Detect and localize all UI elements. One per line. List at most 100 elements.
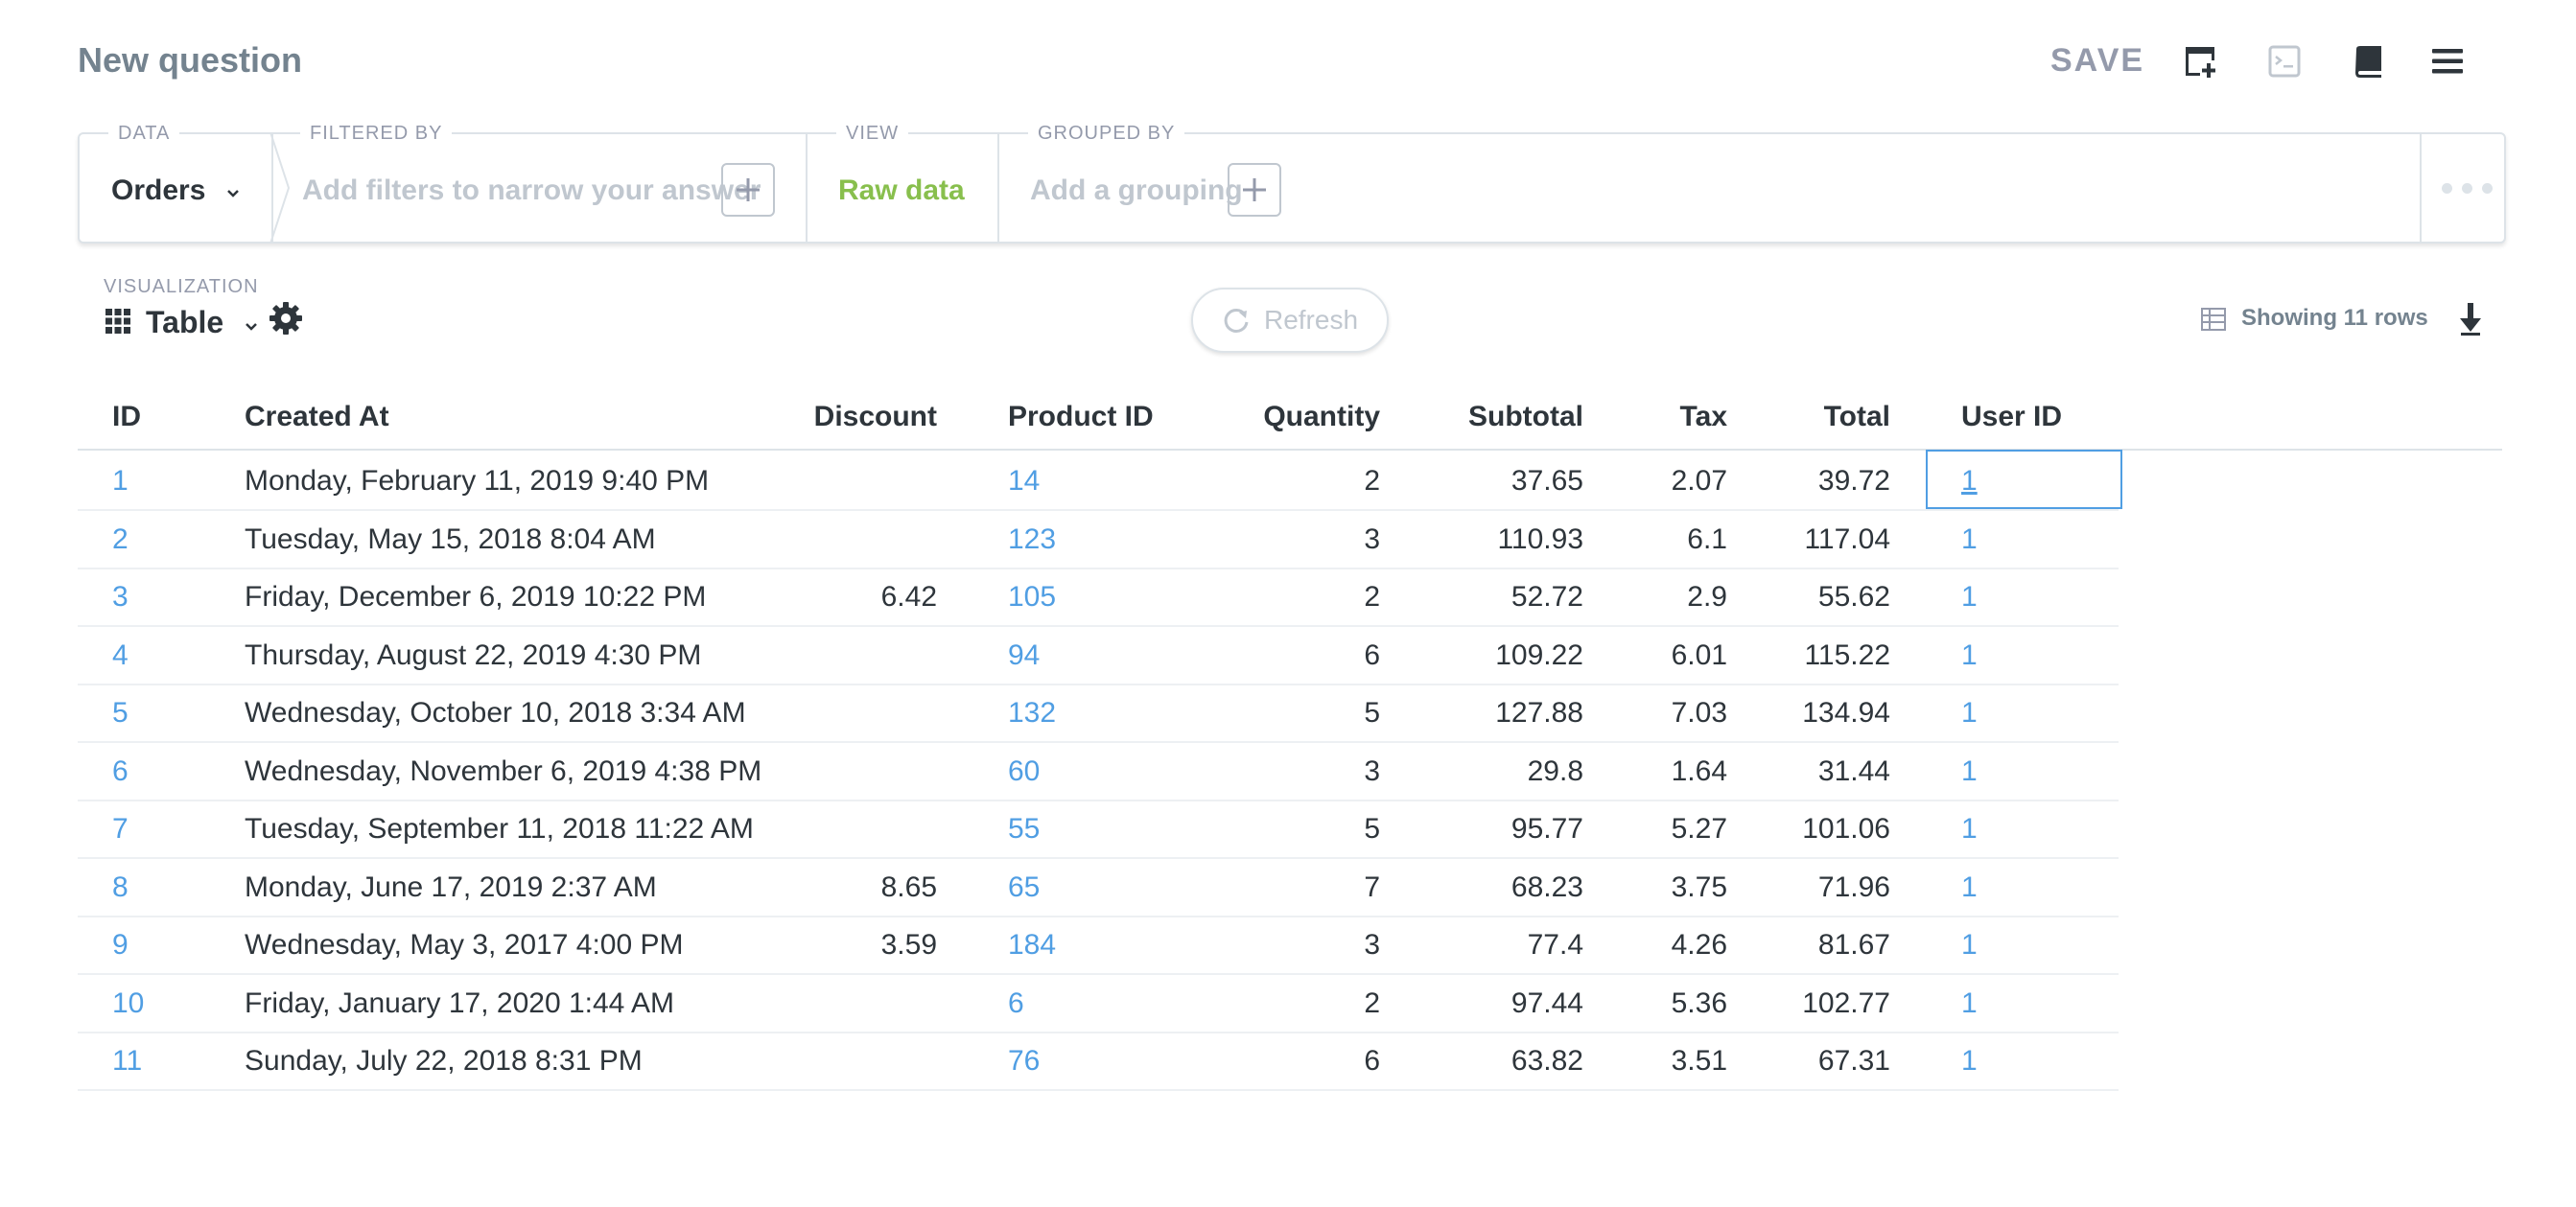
- cell-user-id[interactable]: 1: [1961, 871, 1978, 904]
- cell-total: 117.04: [1804, 523, 1890, 555]
- cell-user-id[interactable]: 1: [1961, 581, 1978, 614]
- cell-created-at: Sunday, July 22, 2018 8:31 PM: [245, 1045, 643, 1077]
- refresh-label: Refresh: [1263, 305, 1359, 335]
- visualization-label: VISUALIZATION: [104, 276, 259, 297]
- visualization-value: Table: [146, 305, 224, 339]
- cell-total: 115.22: [1804, 639, 1890, 671]
- more-options-icon[interactable]: [2442, 183, 2493, 194]
- visualization-select[interactable]: Table: [146, 305, 259, 340]
- row-divider: [78, 509, 2119, 511]
- add-to-dashboard-icon[interactable]: [2181, 42, 2219, 81]
- row-count: Showing 11 rows: [2241, 305, 2428, 331]
- chevron-down-icon: [226, 190, 239, 197]
- cell-user-id[interactable]: 1: [1961, 755, 1978, 788]
- data-source-select[interactable]: Orders: [111, 174, 241, 207]
- row-divider: [78, 800, 2119, 801]
- filter-label: FILTERED BY: [300, 123, 453, 145]
- row-divider: [78, 684, 2119, 685]
- group-placeholder[interactable]: Add a grouping: [1030, 174, 1243, 207]
- cell-id[interactable]: 10: [112, 987, 144, 1020]
- column-header-user-id[interactable]: User ID: [1961, 401, 2062, 433]
- column-header-total[interactable]: Total: [1507, 401, 1890, 433]
- cell-id[interactable]: 4: [112, 639, 129, 672]
- data-section[interactable]: DATA Orders: [80, 123, 273, 242]
- cell-id[interactable]: 8: [112, 871, 129, 904]
- cell-created-at: Monday, February 11, 2019 9:40 PM: [245, 465, 710, 497]
- column-header-created-at[interactable]: Created At: [245, 401, 389, 433]
- column-header-id[interactable]: ID: [112, 401, 141, 433]
- row-divider: [78, 1089, 2119, 1091]
- filter-section: FILTERED BY Add filters to narrow your a…: [269, 123, 808, 244]
- row-divider: [78, 1032, 2119, 1033]
- cell-discount: 8.65: [880, 871, 937, 903]
- data-label: DATA: [108, 123, 180, 145]
- cell-user-id[interactable]: 1: [1961, 1045, 1978, 1078]
- cell-id[interactable]: 2: [112, 523, 129, 556]
- cell-created-at: Friday, January 17, 2020 1:44 AM: [245, 987, 675, 1019]
- group-label: GROUPED BY: [1028, 123, 1185, 145]
- sql-editor-icon[interactable]: [2265, 42, 2304, 81]
- view-label: VIEW: [836, 123, 909, 145]
- cell-total: 102.77: [1802, 987, 1890, 1019]
- refresh-icon: [1224, 308, 1249, 333]
- row-divider: [78, 568, 2119, 569]
- cell-created-at: Wednesday, October 10, 2018 3:34 AM: [245, 697, 746, 729]
- cell-created-at: Tuesday, September 11, 2018 11:22 AM: [245, 813, 754, 845]
- row-divider: [78, 741, 2119, 743]
- cell-total: 71.96: [1817, 871, 1890, 903]
- row-divider: [78, 857, 2119, 859]
- cell-id[interactable]: 5: [112, 697, 129, 730]
- page-title: New question: [78, 40, 303, 80]
- view-section[interactable]: VIEW Raw data: [806, 123, 999, 242]
- cell-total: 67.31: [1817, 1045, 1890, 1077]
- cell-id[interactable]: 6: [112, 755, 129, 788]
- cell-total: 81.67: [1817, 929, 1890, 961]
- cell-user-id[interactable]: 1: [1961, 987, 1978, 1020]
- grid-icon: [105, 309, 130, 338]
- cell-total: 39.72: [1817, 465, 1890, 497]
- cell-discount: 3.59: [880, 929, 937, 961]
- filter-placeholder[interactable]: Add filters to narrow your answer: [302, 174, 761, 207]
- row-divider: [78, 625, 2119, 627]
- cell-user-id[interactable]: 1: [1961, 813, 1978, 846]
- menu-icon[interactable]: [2428, 42, 2467, 81]
- cell-total: 101.06: [1802, 813, 1890, 845]
- group-section: GROUPED BY Add a grouping: [997, 123, 2422, 242]
- cell-discount: 6.42: [880, 581, 937, 613]
- download-icon[interactable]: [2458, 301, 2483, 340]
- cell-total: 31.44: [1817, 755, 1890, 787]
- query-builder: DATA Orders FILTERED BY Add filters to n…: [78, 123, 2506, 244]
- add-filter-button[interactable]: [721, 163, 775, 217]
- save-button[interactable]: SAVE: [2050, 42, 2144, 80]
- cell-user-id[interactable]: 1: [1961, 523, 1978, 556]
- plus-icon: [737, 178, 760, 201]
- data-source-value: Orders: [111, 174, 206, 206]
- cell-user-id[interactable]: 1: [1961, 929, 1978, 962]
- focused-cell: [1926, 450, 2122, 509]
- gear-icon[interactable]: [269, 301, 303, 340]
- cell-user-id[interactable]: 1: [1961, 465, 1978, 498]
- table-icon: [2201, 308, 2226, 336]
- cell-total: 134.94: [1802, 697, 1890, 729]
- cell-user-id[interactable]: 1: [1961, 639, 1978, 672]
- cell-created-at: Thursday, August 22, 2019 4:30 PM: [245, 639, 702, 671]
- section-arrow: [269, 132, 291, 244]
- add-grouping-button[interactable]: [1228, 163, 1281, 217]
- cell-id[interactable]: 11: [112, 1045, 142, 1078]
- header-divider: [78, 449, 2502, 451]
- cell-id[interactable]: 9: [112, 929, 129, 962]
- plus-icon: [1243, 178, 1266, 201]
- reference-book-icon[interactable]: [2350, 42, 2388, 81]
- refresh-button[interactable]: Refresh: [1191, 288, 1389, 353]
- cell-created-at: Tuesday, May 15, 2018 8:04 AM: [245, 523, 656, 555]
- cell-id[interactable]: 7: [112, 813, 129, 846]
- cell-id[interactable]: 1: [112, 465, 129, 498]
- cell-created-at: Wednesday, November 6, 2019 4:38 PM: [245, 755, 762, 787]
- view-value[interactable]: Raw data: [838, 174, 965, 207]
- cell-id[interactable]: 3: [112, 581, 129, 614]
- row-divider: [78, 973, 2119, 975]
- chevron-down-icon: [246, 323, 257, 331]
- cell-user-id[interactable]: 1: [1961, 697, 1978, 730]
- row-divider: [78, 916, 2119, 917]
- column-header-discount[interactable]: Discount: [553, 401, 937, 433]
